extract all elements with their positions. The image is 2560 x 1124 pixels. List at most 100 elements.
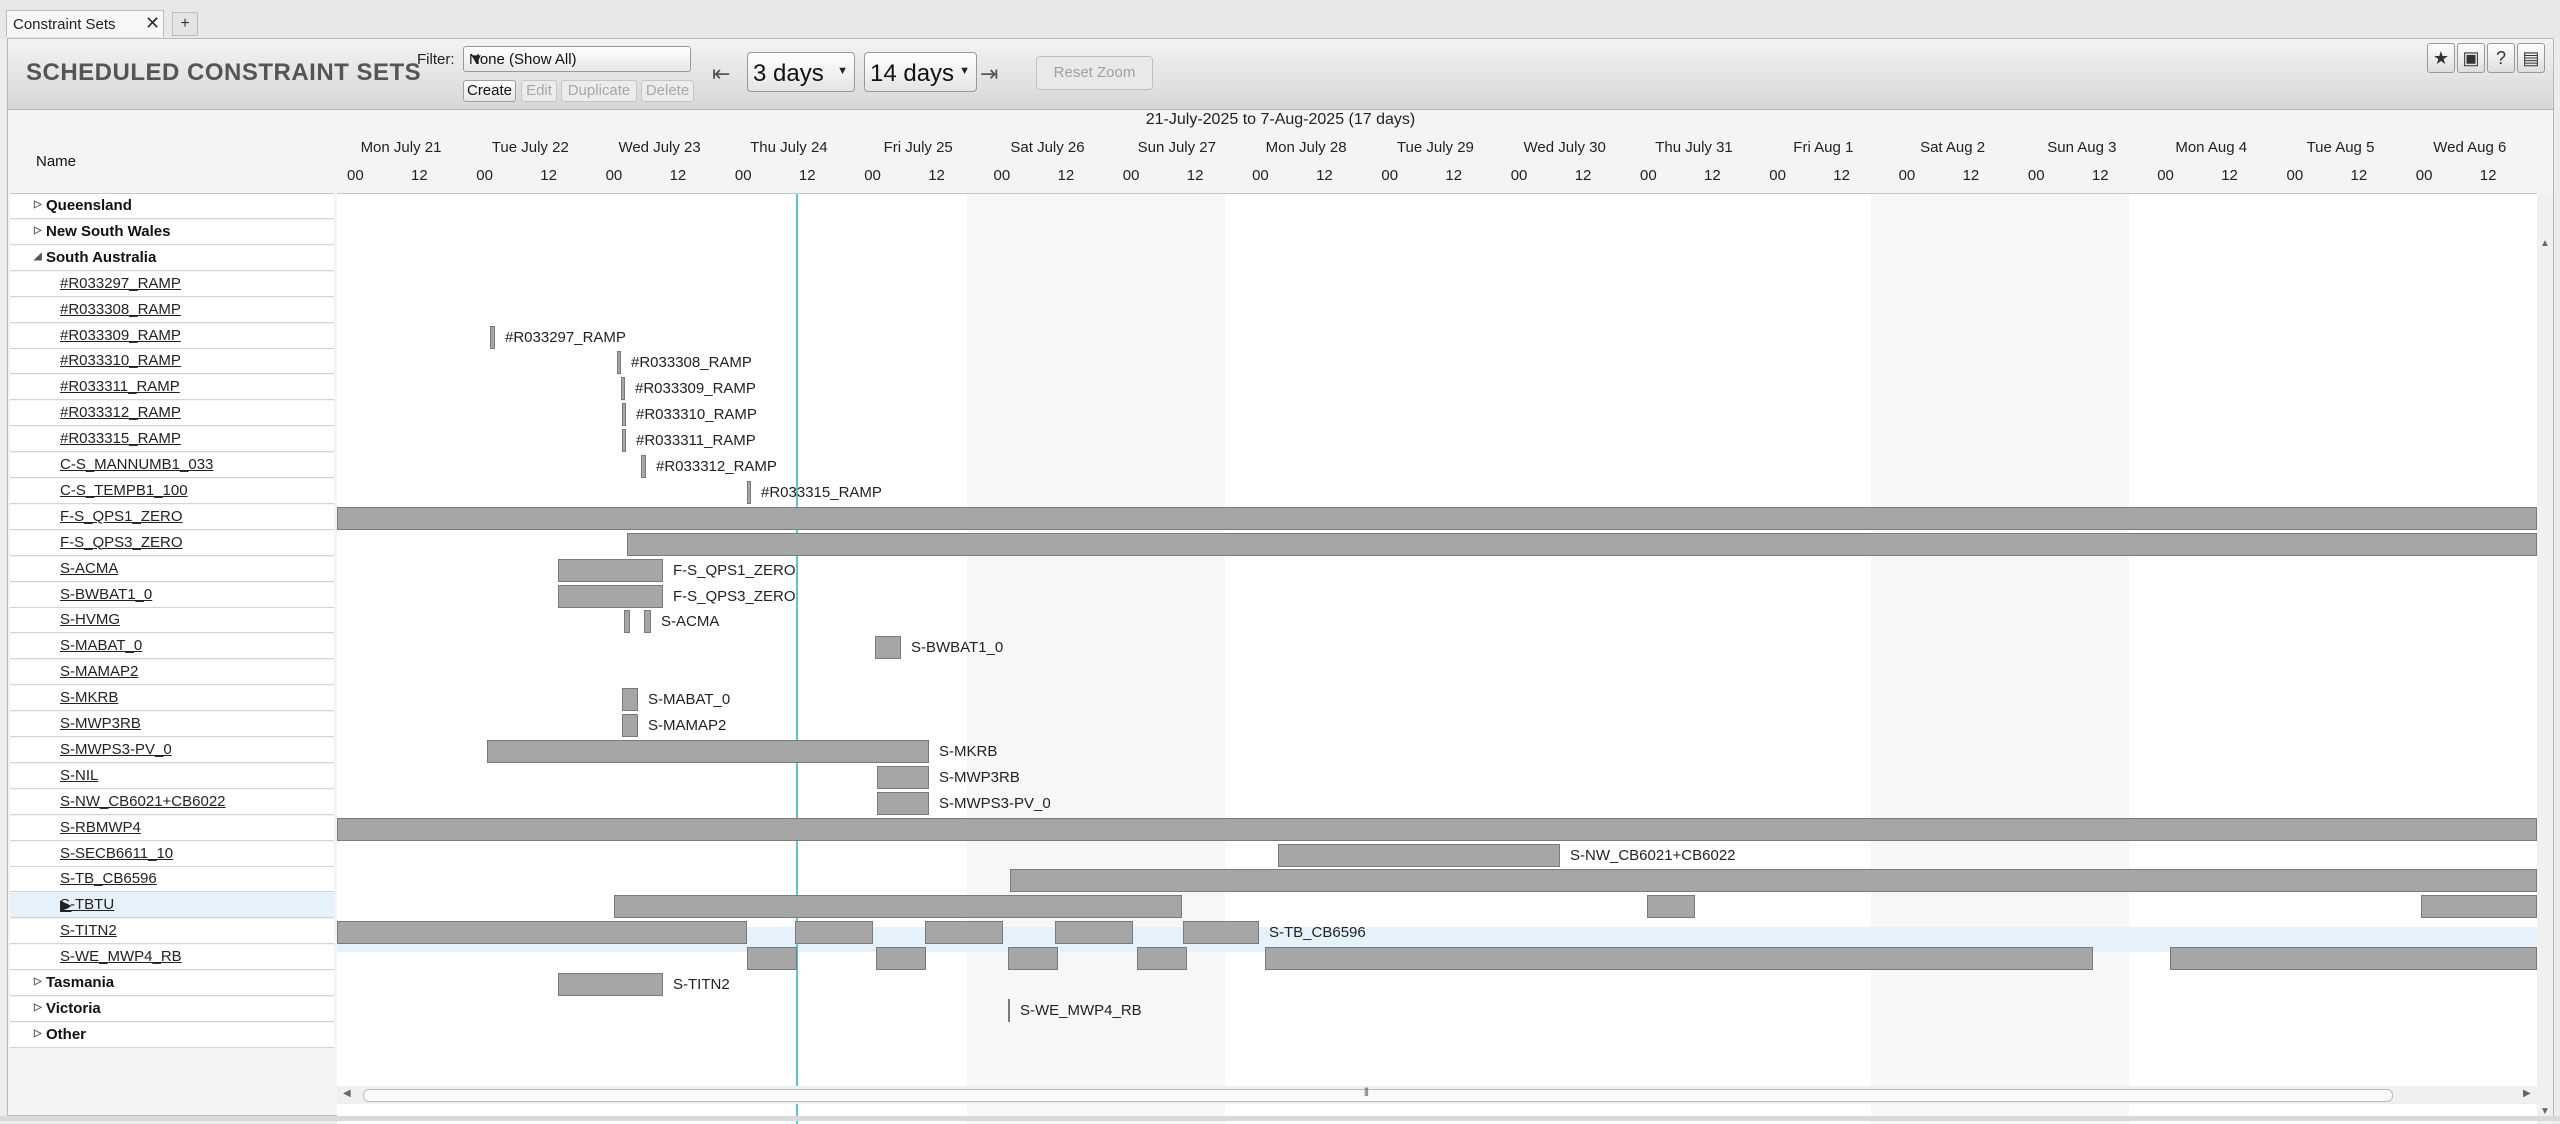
gantt-bar[interactable]: [1010, 869, 2537, 893]
create-button[interactable]: Create: [463, 80, 516, 102]
tree-item-row[interactable]: S-SECB6611_10: [10, 841, 334, 867]
constraint-set-link[interactable]: #R033312_RAMP: [60, 404, 181, 421]
tree-item-row[interactable]: S-BWBAT1_0: [10, 582, 334, 608]
constraint-set-link[interactable]: S-BWBAT1_0: [60, 586, 152, 603]
gantt-bar[interactable]: [1278, 843, 1560, 867]
gantt-bar[interactable]: [641, 455, 646, 478]
tree-item-row[interactable]: C-S_MANNUMB1_033: [10, 453, 334, 478]
tree-item-row[interactable]: #R033310_RAMP: [10, 349, 334, 375]
tree-item-row[interactable]: ▶ S-TBTU: [10, 893, 334, 919]
step-select[interactable]: 3 days ▼: [747, 52, 855, 92]
tree-item-row[interactable]: F-S_QPS3_ZERO: [10, 530, 334, 556]
tree-item-row[interactable]: S-MAMAP2: [10, 660, 334, 686]
collapsed-triangle-icon[interactable]: ▷: [34, 225, 42, 236]
gantt-bar[interactable]: [622, 688, 638, 712]
constraint-set-link[interactable]: S-SECB6611_10: [60, 845, 173, 862]
gantt-bar[interactable]: [644, 610, 651, 634]
constraint-set-link[interactable]: S-RBMWP4: [60, 819, 141, 836]
gantt-bar[interactable]: [1137, 947, 1187, 971]
collapsed-triangle-icon[interactable]: ▷: [34, 976, 42, 987]
gantt-bar[interactable]: [2421, 895, 2537, 919]
constraint-set-link[interactable]: #R033310_RAMP: [60, 352, 181, 369]
gantt-bar[interactable]: [747, 480, 751, 504]
tree-item-row[interactable]: S-WE_MWP4_RB: [10, 945, 334, 971]
tree-item-row[interactable]: S-MABAT_0: [10, 634, 334, 660]
tree-item-row[interactable]: S-TITN2: [10, 919, 334, 945]
tree-item-row[interactable]: #R033297_RAMP: [10, 271, 334, 297]
collapsed-triangle-icon[interactable]: ▷: [34, 1002, 42, 1013]
tree-group-row[interactable]: ▷ Victoria: [10, 996, 334, 1022]
tree-item-row[interactable]: S-MWPS3-PV_0: [10, 737, 334, 763]
star-icon[interactable]: ★: [2427, 43, 2455, 73]
tree-item-row[interactable]: #R033312_RAMP: [10, 401, 334, 427]
collapsed-triangle-icon[interactable]: ▷: [34, 199, 42, 210]
constraint-set-link[interactable]: #R033309_RAMP: [60, 327, 181, 344]
gantt-bar[interactable]: [875, 636, 901, 660]
constraint-set-link[interactable]: S-HVMG: [60, 611, 120, 628]
duplicate-button[interactable]: Duplicate: [561, 80, 637, 102]
gantt-bar[interactable]: [621, 377, 625, 401]
constraint-set-link[interactable]: #R033308_RAMP: [60, 301, 181, 318]
constraint-set-link[interactable]: S-TBTU: [60, 896, 114, 913]
gantt-bar[interactable]: [877, 765, 929, 789]
gantt-bar[interactable]: [747, 947, 797, 971]
expanded-triangle-icon[interactable]: ◢: [34, 251, 42, 262]
jump-to-end-icon[interactable]: ⇥: [980, 61, 998, 87]
constraint-set-link[interactable]: S-MKRB: [60, 689, 118, 706]
scroll-up-icon[interactable]: ▲: [2540, 238, 2550, 249]
gantt-bar[interactable]: [876, 947, 926, 971]
tree-item-row[interactable]: #R033308_RAMP: [10, 297, 334, 323]
tree-group-row[interactable]: ▷ Queensland: [10, 194, 334, 219]
gantt-bar[interactable]: [558, 558, 663, 582]
constraint-set-link[interactable]: S-MABAT_0: [60, 637, 142, 654]
gantt-bar[interactable]: [1008, 998, 1010, 1022]
gantt-bar[interactable]: [558, 584, 663, 608]
scroll-right-icon[interactable]: ▶: [2523, 1088, 2531, 1099]
tree-item-row[interactable]: F-S_QPS1_ZERO: [10, 504, 334, 530]
close-icon[interactable]: ✕: [145, 13, 160, 34]
tree-item-row[interactable]: C-S_TEMPB1_100: [10, 478, 334, 504]
constraint-set-link[interactable]: #R033297_RAMP: [60, 275, 181, 292]
reset-zoom-button[interactable]: Reset Zoom: [1036, 56, 1153, 90]
edit-button[interactable]: Edit: [521, 80, 557, 102]
horizontal-scrollbar[interactable]: ◀ ⦀ ▶: [337, 1086, 2537, 1104]
gantt-bar[interactable]: [558, 973, 663, 996]
constraint-set-link[interactable]: F-S_QPS1_ZERO: [60, 508, 183, 525]
constraint-set-link[interactable]: S-MAMAP2: [60, 663, 138, 680]
gantt-bar[interactable]: [877, 791, 929, 815]
scroll-thumb[interactable]: ⦀: [363, 1087, 2393, 1102]
tree-item-row[interactable]: S-NW_CB6021+CB6022: [10, 789, 334, 815]
constraint-set-link[interactable]: S-TB_CB6596: [60, 870, 157, 887]
delete-button[interactable]: Delete: [641, 80, 694, 102]
gantt-bar[interactable]: [614, 895, 1182, 919]
filter-select[interactable]: None (Show All) ▼: [463, 46, 691, 72]
constraint-set-link[interactable]: S-ACMA: [60, 560, 118, 577]
gantt-bar[interactable]: [487, 739, 929, 763]
add-tab-button[interactable]: +: [172, 12, 198, 36]
tree-item-row[interactable]: S-TB_CB6596: [10, 867, 334, 893]
constraint-set-link[interactable]: S-NIL: [60, 767, 98, 784]
constraint-set-link[interactable]: #R033315_RAMP: [60, 430, 181, 447]
tab-constraint-sets[interactable]: Constraint Sets ✕: [6, 10, 164, 37]
constraint-set-link[interactable]: S-TITN2: [60, 922, 117, 939]
gantt-bar[interactable]: [1055, 921, 1133, 945]
tree-item-row[interactable]: S-RBMWP4: [10, 815, 334, 841]
comment-icon[interactable]: ▤: [2517, 43, 2545, 73]
tree-group-row[interactable]: ▷ Tasmania: [10, 971, 334, 996]
camera-icon[interactable]: ▣: [2457, 43, 2485, 73]
gantt-bar[interactable]: [1647, 895, 1695, 919]
tree-item-row[interactable]: #R033315_RAMP: [10, 427, 334, 453]
collapsed-triangle-icon[interactable]: ▷: [34, 1028, 42, 1039]
constraint-set-link[interactable]: #R033311_RAMP: [60, 378, 180, 395]
constraint-set-link[interactable]: C-S_TEMPB1_100: [60, 482, 188, 499]
gantt-bar[interactable]: [1008, 947, 1058, 971]
gantt-bar[interactable]: [622, 429, 626, 453]
gantt-bar[interactable]: [1183, 921, 1259, 945]
vertical-scrollbar[interactable]: ▲ ▼: [2537, 194, 2553, 1124]
constraint-set-link[interactable]: S-MWP3RB: [60, 715, 141, 732]
gantt-bar[interactable]: [627, 532, 2537, 556]
constraint-set-link[interactable]: S-WE_MWP4_RB: [60, 948, 182, 965]
gantt-bar[interactable]: [622, 714, 638, 737]
gantt-bar[interactable]: [624, 610, 630, 634]
gantt-bar[interactable]: [617, 351, 621, 375]
